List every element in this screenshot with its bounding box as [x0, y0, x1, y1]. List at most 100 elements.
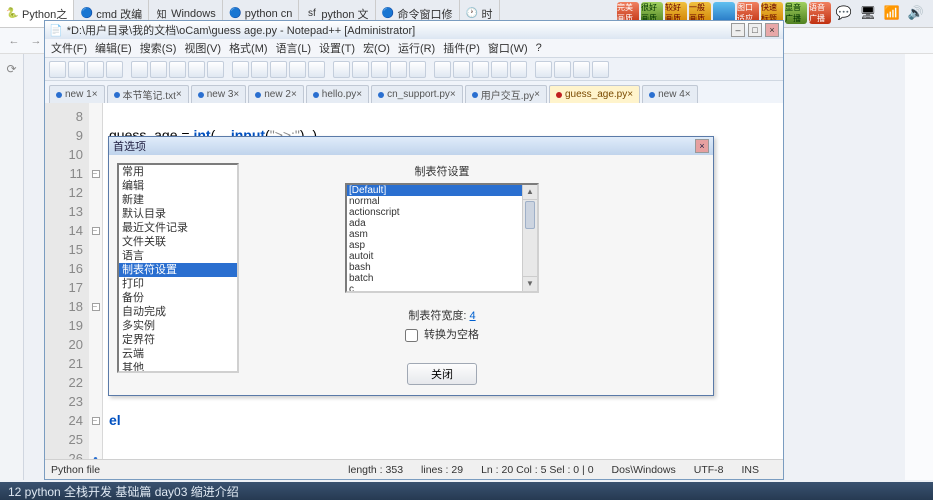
maximize-button[interactable]: □: [748, 23, 762, 37]
category-item[interactable]: 其他: [119, 361, 237, 373]
toolbar-button[interactable]: [352, 61, 369, 78]
toolbar-button[interactable]: [188, 61, 205, 78]
category-item[interactable]: 自动完成: [119, 305, 237, 319]
file-tab[interactable]: new 4×: [642, 85, 698, 103]
language-item[interactable]: batch: [347, 273, 537, 284]
toolbar-button[interactable]: [232, 61, 249, 78]
toolbar-button[interactable]: [554, 61, 571, 78]
toolbar-button[interactable]: [409, 61, 426, 78]
toolbar-button[interactable]: [150, 61, 167, 78]
category-list[interactable]: 常用编辑新建默认目录最近文件记录文件关联语言制表符设置打印备份自动完成多实例定界…: [117, 163, 239, 373]
menu-item[interactable]: ?: [534, 42, 544, 54]
menu-item[interactable]: 视图(V): [182, 40, 223, 56]
tray-system-icon[interactable]: 💬: [833, 2, 855, 24]
category-item[interactable]: 新建: [119, 193, 237, 207]
category-item[interactable]: 云端: [119, 347, 237, 361]
toolbar-button[interactable]: [106, 61, 123, 78]
tab-close-icon[interactable]: ×: [450, 89, 456, 100]
category-item[interactable]: 常用: [119, 165, 237, 179]
toolbar-button[interactable]: [472, 61, 489, 78]
minimize-button[interactable]: –: [731, 23, 745, 37]
category-item[interactable]: 定界符: [119, 333, 237, 347]
tray-item[interactable]: 语音广播: [809, 2, 831, 24]
file-tab[interactable]: guess_age.py×: [549, 85, 640, 103]
menu-item[interactable]: 语言(L): [274, 40, 313, 56]
toolbar-button[interactable]: [289, 61, 306, 78]
toolbar-button[interactable]: [207, 61, 224, 78]
file-tab[interactable]: 用户交互.py×: [465, 85, 547, 103]
category-item[interactable]: 编辑: [119, 179, 237, 193]
tab-close-icon[interactable]: ×: [356, 89, 362, 100]
file-tab[interactable]: hello.py×: [306, 85, 369, 103]
menu-item[interactable]: 格式(M): [227, 40, 270, 56]
back-button[interactable]: ←: [4, 31, 24, 51]
tab-close-icon[interactable]: ×: [233, 89, 239, 100]
category-item[interactable]: 最近文件记录: [119, 221, 237, 235]
toolbar-button[interactable]: [592, 61, 609, 78]
npp-filetabs[interactable]: new 1×本节笔记.txt×new 3×new 2×hello.py×cn_s…: [45, 81, 783, 103]
toolbar-button[interactable]: [434, 61, 451, 78]
menu-item[interactable]: 窗口(W): [486, 40, 530, 56]
toolbar-button[interactable]: [270, 61, 287, 78]
toolbar-button[interactable]: [49, 61, 66, 78]
toolbar-button[interactable]: [169, 61, 186, 78]
menu-item[interactable]: 搜索(S): [138, 40, 179, 56]
category-item[interactable]: 备份: [119, 291, 237, 305]
toolbar-button[interactable]: [535, 61, 552, 78]
tray-system-icon[interactable]: 🖥: [857, 2, 879, 24]
toolbar-button[interactable]: [131, 61, 148, 78]
toolbar-button[interactable]: [251, 61, 268, 78]
file-tab[interactable]: 本节笔记.txt×: [107, 85, 189, 103]
convert-spaces-row[interactable]: 转换为空格: [405, 326, 479, 342]
toolbar-button[interactable]: [453, 61, 470, 78]
tab-close-icon[interactable]: ×: [92, 89, 98, 100]
toolbar-button[interactable]: [371, 61, 388, 78]
file-tab[interactable]: cn_support.py×: [371, 85, 463, 103]
language-item[interactable]: normal: [347, 196, 537, 207]
convert-spaces-checkbox[interactable]: [405, 329, 418, 342]
file-tab[interactable]: new 3×: [191, 85, 247, 103]
close-button[interactable]: ×: [765, 23, 779, 37]
menu-item[interactable]: 插件(P): [441, 40, 482, 56]
tray-system-icon[interactable]: 📶: [881, 2, 903, 24]
category-item[interactable]: 默认目录: [119, 207, 237, 221]
toolbar-button[interactable]: [510, 61, 527, 78]
toolbar-button[interactable]: [68, 61, 85, 78]
forward-button[interactable]: →: [26, 31, 46, 51]
npp-menubar[interactable]: 文件(F)编辑(E)搜索(S)视图(V)格式(M)语言(L)设置(T)宏(O)运…: [45, 39, 783, 57]
tab-close-icon[interactable]: ×: [176, 89, 182, 100]
menu-item[interactable]: 运行(R): [396, 40, 437, 56]
toolbar-button[interactable]: [333, 61, 350, 78]
tab-close-icon[interactable]: ×: [534, 89, 540, 100]
language-item[interactable]: actionscript: [347, 207, 537, 218]
refresh-icon[interactable]: ⟳: [6, 62, 16, 76]
toolbar-button[interactable]: [573, 61, 590, 78]
language-item[interactable]: asp: [347, 240, 537, 251]
tab-close-icon[interactable]: ×: [291, 89, 297, 100]
category-item[interactable]: 文件关联: [119, 235, 237, 249]
category-item[interactable]: 多实例: [119, 319, 237, 333]
toolbar-button[interactable]: [491, 61, 508, 78]
tray-system-icon[interactable]: 🔊: [905, 2, 927, 24]
file-tab[interactable]: new 1×: [49, 85, 105, 103]
npp-toolbar[interactable]: [45, 57, 783, 81]
toolbar-button[interactable]: [308, 61, 325, 78]
language-item[interactable]: asm: [347, 229, 537, 240]
language-item[interactable]: [Default]: [347, 185, 537, 196]
language-item[interactable]: bash: [347, 262, 537, 273]
category-item[interactable]: 制表符设置: [119, 263, 237, 277]
toolbar-button[interactable]: [390, 61, 407, 78]
category-item[interactable]: 打印: [119, 277, 237, 291]
dialog-close-icon[interactable]: ×: [695, 139, 709, 153]
menu-item[interactable]: 设置(T): [317, 40, 357, 56]
tray-item[interactable]: 显音广播: [785, 2, 807, 24]
file-tab[interactable]: new 2×: [248, 85, 304, 103]
category-item[interactable]: 语言: [119, 249, 237, 263]
tab-close-icon[interactable]: ×: [685, 89, 691, 100]
menu-item[interactable]: 文件(F): [49, 40, 89, 56]
language-item[interactable]: c: [347, 284, 537, 293]
tabwidth-value[interactable]: 4: [470, 310, 476, 322]
fold-margin[interactable]: −−−−●: [89, 103, 103, 459]
language-listbox[interactable]: [Default]normalactionscriptadaasmaspauto…: [345, 183, 539, 293]
language-item[interactable]: ada: [347, 218, 537, 229]
